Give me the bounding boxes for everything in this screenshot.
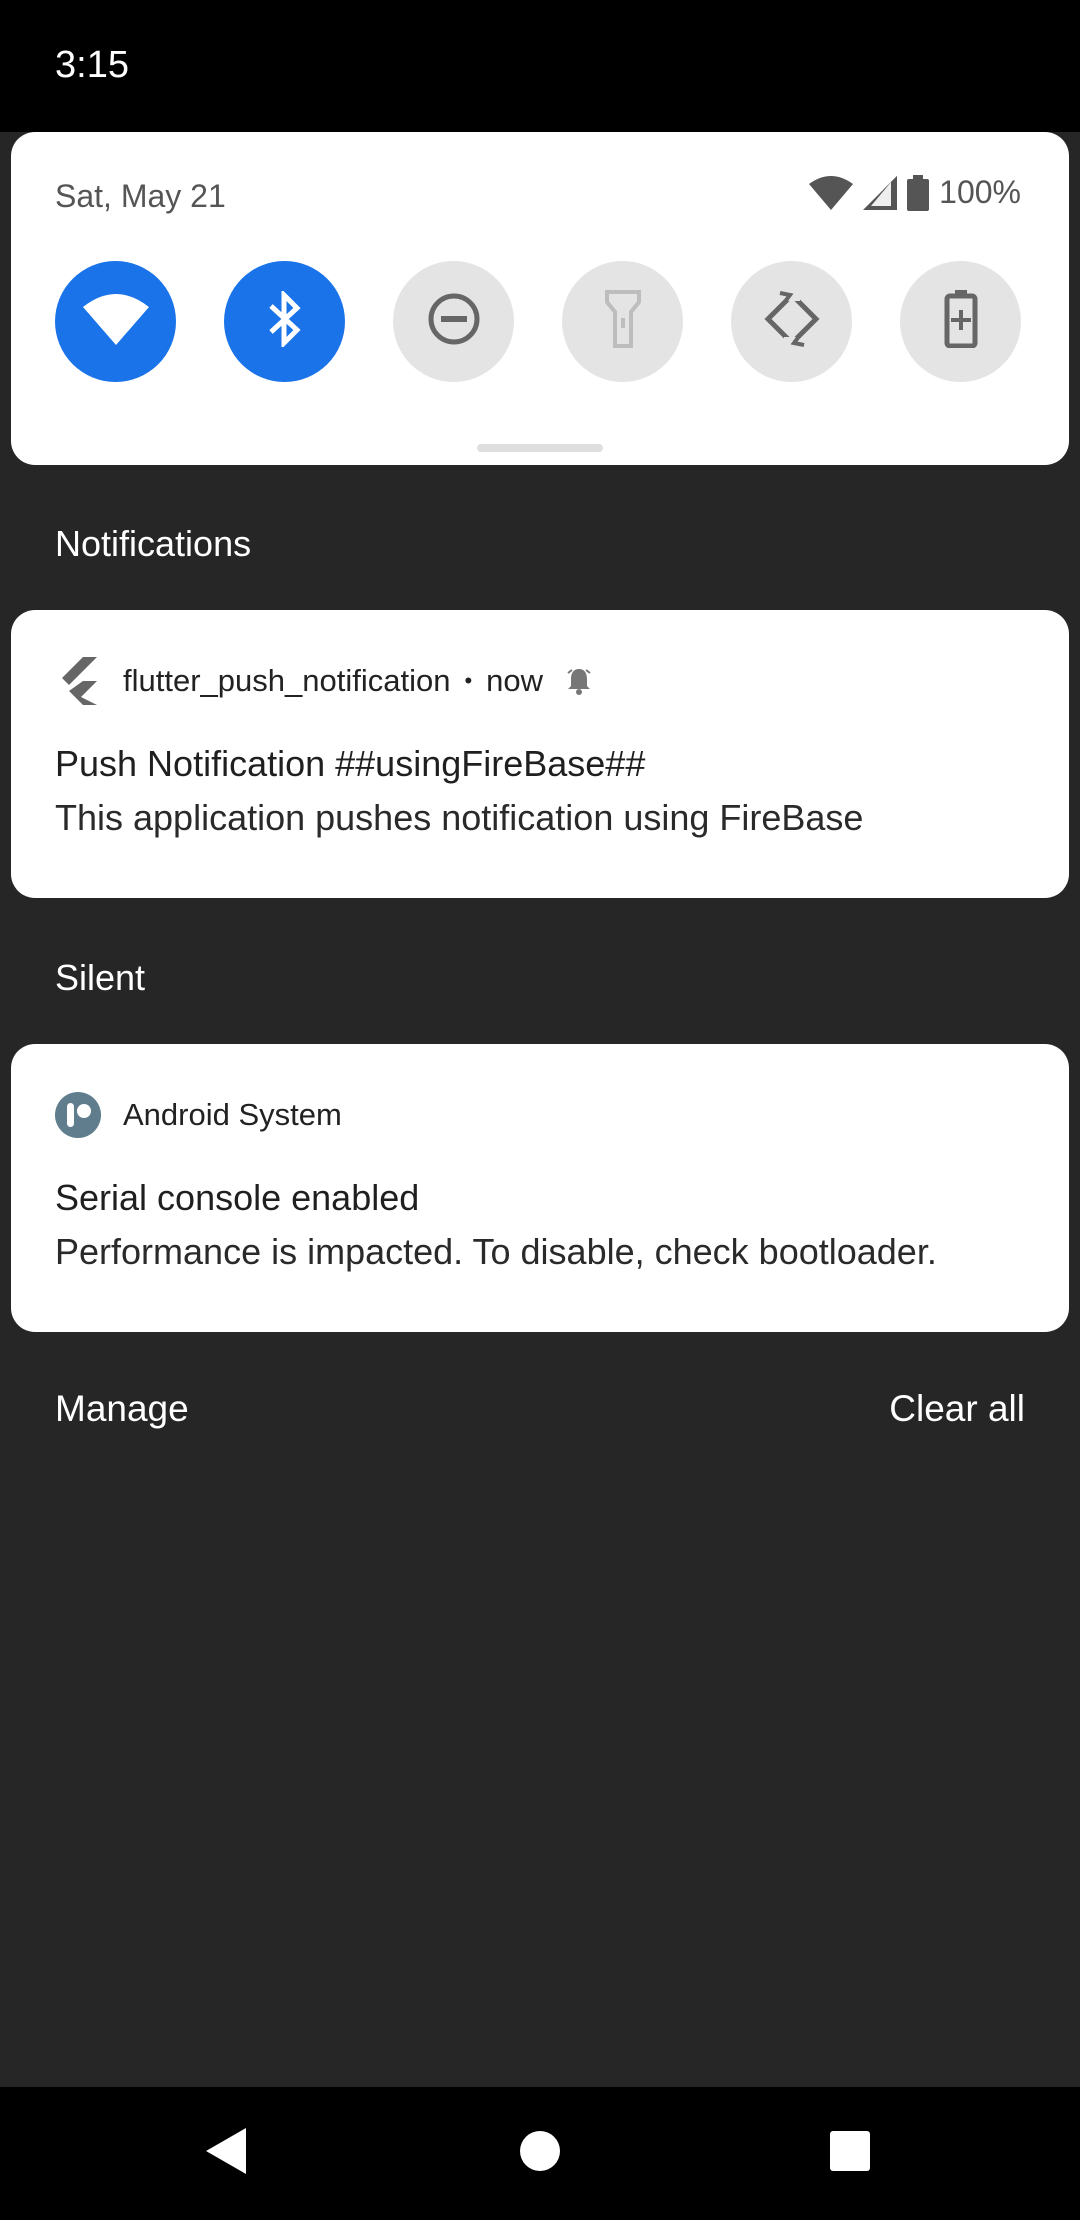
home-icon bbox=[519, 2130, 561, 2177]
android-system-icon bbox=[55, 1092, 101, 1138]
quick-settings-panel[interactable]: Sat, May 21 100% bbox=[11, 132, 1069, 465]
battery-percent: 100% bbox=[939, 174, 1021, 210]
battery-saver-tile[interactable] bbox=[900, 261, 1021, 382]
qs-drag-handle[interactable] bbox=[477, 444, 603, 452]
flashlight-icon bbox=[604, 290, 641, 353]
cell-signal-icon bbox=[863, 175, 898, 210]
wifi-signal-icon bbox=[809, 175, 854, 210]
notification-text: This application pushes notification usi… bbox=[55, 797, 864, 838]
wifi-icon bbox=[82, 293, 149, 350]
qs-date[interactable]: Sat, May 21 bbox=[55, 178, 226, 215]
bluetooth-tile[interactable] bbox=[224, 261, 345, 382]
do-not-disturb-tile[interactable] bbox=[393, 261, 514, 382]
back-button[interactable] bbox=[166, 2087, 286, 2220]
navigation-bar bbox=[0, 2087, 1080, 2220]
battery-saver-icon bbox=[944, 290, 978, 353]
recents-icon bbox=[829, 2130, 871, 2177]
bell-icon bbox=[565, 667, 593, 695]
wifi-tile[interactable] bbox=[55, 261, 176, 382]
status-time: 3:15 bbox=[55, 44, 129, 86]
do-not-disturb-icon bbox=[427, 292, 481, 351]
auto-rotate-icon bbox=[762, 289, 822, 354]
notification-app-name: Android System bbox=[123, 1097, 342, 1132]
recents-button[interactable] bbox=[790, 2087, 910, 2220]
manage-button[interactable]: Manage bbox=[55, 1388, 189, 1430]
notification-title: Serial console enabled bbox=[55, 1177, 420, 1218]
notification-card[interactable]: Android System Serial console enabled Pe… bbox=[11, 1044, 1069, 1332]
clear-all-button[interactable]: Clear all bbox=[889, 1388, 1025, 1430]
flashlight-tile[interactable] bbox=[562, 261, 683, 382]
notification-text: Performance is impacted. To disable, che… bbox=[55, 1231, 937, 1272]
notification-header: Android System bbox=[55, 1092, 342, 1138]
home-button[interactable] bbox=[480, 2087, 600, 2220]
notification-app-name: flutter_push_notification bbox=[123, 663, 451, 698]
silent-header: Silent bbox=[55, 957, 146, 998]
auto-rotate-tile[interactable] bbox=[731, 261, 852, 382]
separator-dot: • bbox=[464, 668, 473, 693]
notifications-header: Notifications bbox=[55, 523, 252, 564]
flutter-app-icon bbox=[55, 657, 101, 705]
battery-icon bbox=[907, 174, 930, 211]
notification-title: Push Notification ##usingFireBase## bbox=[55, 743, 646, 784]
qs-status-icons: 100% bbox=[809, 174, 1021, 211]
status-bar: 3:15 bbox=[0, 0, 1080, 132]
back-icon bbox=[204, 2126, 248, 2181]
notification-card[interactable]: flutter_push_notification • now Push Not… bbox=[11, 610, 1069, 898]
notification-time: now bbox=[486, 663, 544, 698]
bluetooth-icon bbox=[267, 288, 303, 352]
notification-header: flutter_push_notification • now bbox=[55, 657, 593, 705]
